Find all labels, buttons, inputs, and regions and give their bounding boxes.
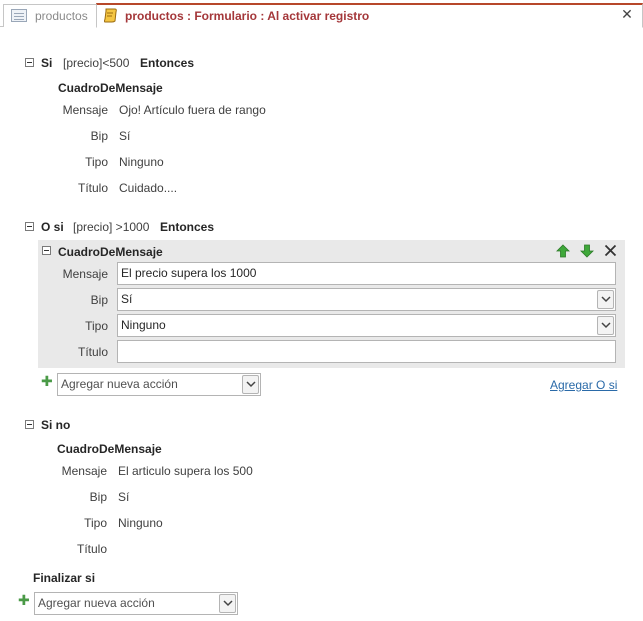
field-value[interactable]: Ojo! Artículo fuera de rango <box>119 103 266 117</box>
action-name[interactable]: CuadroDeMensaje <box>58 245 163 259</box>
field-label: Bip <box>89 490 107 504</box>
bip-select[interactable]: Sí <box>117 288 616 311</box>
move-up-icon[interactable] <box>556 244 570 258</box>
field-label: Mensaje <box>62 267 108 281</box>
end-if-keyword: Finalizar si <box>33 571 96 585</box>
field-label: Mensaje <box>61 464 107 478</box>
dropdown-icon[interactable] <box>242 375 259 394</box>
collapse-icon[interactable] <box>25 420 34 429</box>
if-condition[interactable]: [precio]<500 <box>63 56 129 70</box>
elseif-keyword: O si <box>41 220 64 234</box>
field-value[interactable]: Cuidado.... <box>119 181 177 195</box>
field-value[interactable]: Ninguno <box>119 155 164 169</box>
field-value[interactable]: El articulo supera los 500 <box>118 464 253 478</box>
field-label: Bip <box>90 129 108 143</box>
dropdown-icon[interactable] <box>597 290 614 309</box>
add-elseif-link[interactable]: Agregar O si <box>550 378 617 392</box>
titulo-input[interactable] <box>117 340 616 363</box>
field-label: Tipo <box>84 516 107 530</box>
collapse-icon[interactable] <box>25 58 34 67</box>
tab-productos-label: productos <box>35 9 88 23</box>
field-label: Título <box>77 345 108 359</box>
action-name[interactable]: CuadroDeMensaje <box>57 442 162 456</box>
elseif-condition[interactable]: [precio] >1000 <box>73 220 149 234</box>
tipo-select[interactable]: Ninguno <box>117 314 616 337</box>
field-label: Tipo <box>85 319 108 333</box>
then-keyword: Entonces <box>160 220 215 234</box>
bip-select-value: Sí <box>121 292 133 306</box>
add-action-placeholder: Agregar nueva acción <box>61 377 178 391</box>
collapse-icon[interactable] <box>25 222 34 231</box>
plus-icon: ✚ <box>41 373 53 389</box>
close-icon[interactable]: ✕ <box>619 5 635 23</box>
dropdown-icon[interactable] <box>597 316 614 335</box>
field-value[interactable]: Sí <box>119 129 130 143</box>
field-label: Tipo <box>85 155 108 169</box>
else-keyword: Si no <box>41 418 71 432</box>
field-value[interactable]: Ninguno <box>118 516 163 530</box>
collapse-icon[interactable] <box>42 246 51 255</box>
field-label: Mensaje <box>62 103 108 117</box>
move-down-icon[interactable] <box>580 244 594 258</box>
if-keyword: Si <box>41 56 53 70</box>
table-icon <box>11 9 27 22</box>
field-label: Bip <box>90 293 108 307</box>
field-label: Título <box>76 542 107 556</box>
action-name[interactable]: CuadroDeMensaje <box>58 81 163 95</box>
tipo-select-value: Ninguno <box>121 318 166 332</box>
add-action-combobox[interactable]: Agregar nueva acción <box>57 373 261 396</box>
add-action-combobox-bottom[interactable]: Agregar nueva acción <box>34 592 238 615</box>
field-value[interactable]: Sí <box>118 490 129 504</box>
mensaje-input[interactable]: El precio supera los 1000 <box>117 262 616 285</box>
macro-icon <box>104 8 117 23</box>
field-label: Título <box>77 181 108 195</box>
dropdown-icon[interactable] <box>219 594 236 613</box>
add-action-placeholder: Agregar nueva acción <box>38 596 155 610</box>
delete-icon[interactable] <box>604 244 617 257</box>
plus-icon: ✚ <box>18 592 30 608</box>
then-keyword: Entonces <box>140 56 195 70</box>
tab-macro-editor-label: productos : Formulario : Al activar regi… <box>125 9 370 23</box>
